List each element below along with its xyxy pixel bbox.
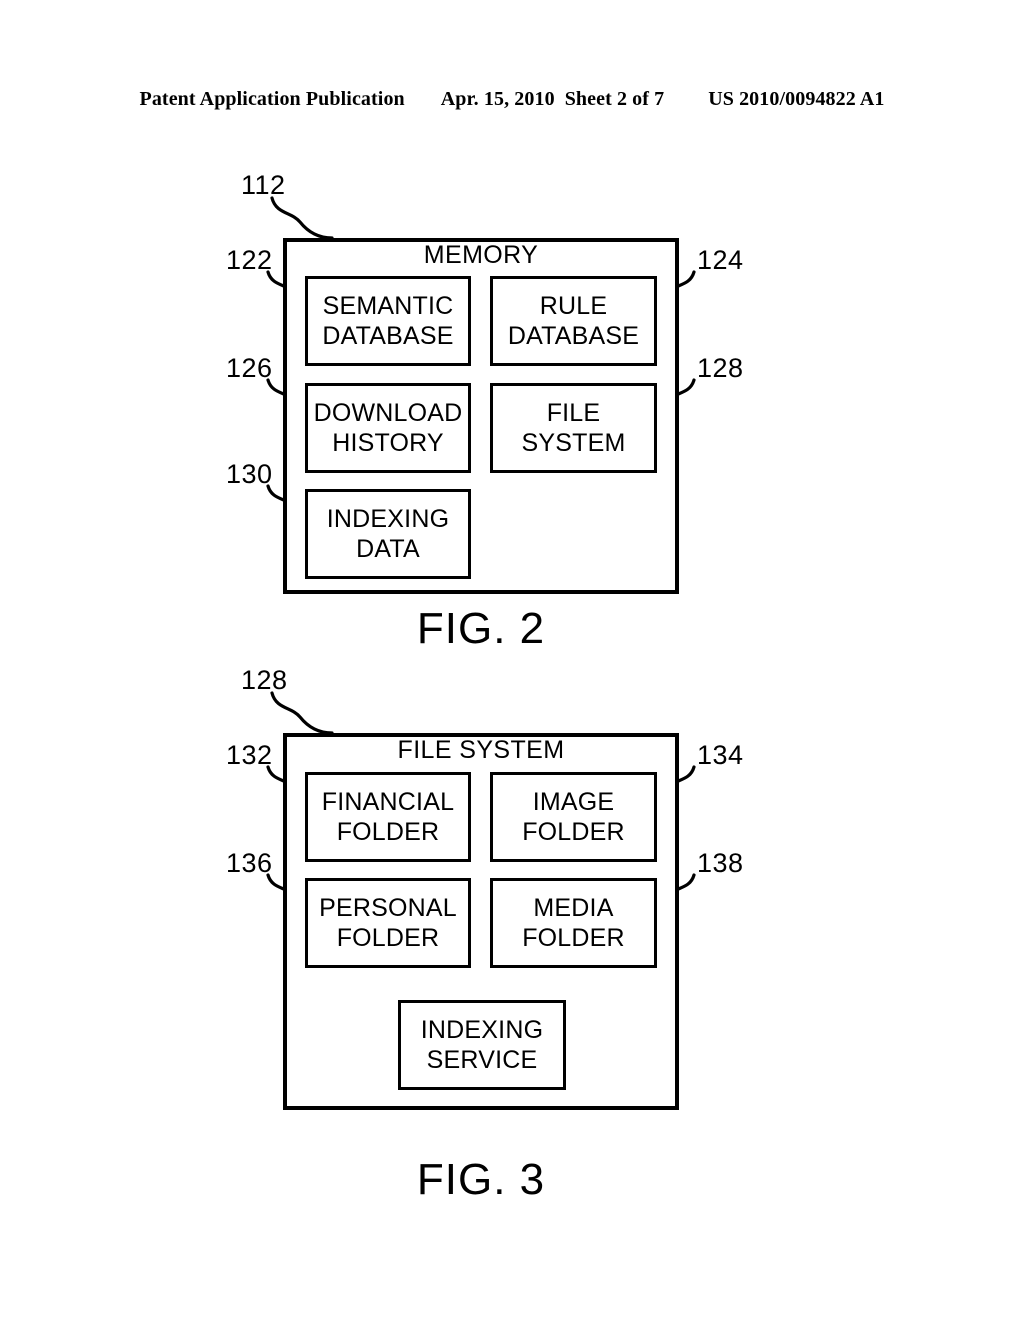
reference-numeral-124: 124 bbox=[697, 245, 744, 275]
personal-folder-box: PERSONAL FOLDER bbox=[305, 878, 471, 968]
reference-numeral-132: 132 bbox=[226, 740, 273, 770]
figure-3: 128 132 134 136 138 120 FILE SYSTEM FINA… bbox=[0, 660, 1024, 1220]
media-folder-box: MEDIA FOLDER bbox=[490, 878, 657, 968]
rule-database-box: RULE DATABASE bbox=[490, 276, 657, 366]
reference-numeral-128-fig3: 128 bbox=[241, 665, 288, 695]
indexing-data-label-line-1: INDEXING bbox=[326, 504, 450, 533]
download-history-box: DOWNLOAD HISTORY bbox=[305, 383, 471, 473]
financial-folder-label-line-1: FINANCIAL bbox=[321, 787, 455, 816]
semantic-database-label-line-2: DATABASE bbox=[322, 322, 454, 350]
personal-folder-label-line-1: PERSONAL bbox=[319, 893, 457, 922]
indexing-service-label-line-1: INDEXING bbox=[420, 1015, 544, 1044]
reference-numeral-134: 134 bbox=[697, 740, 744, 770]
semantic-database-label-line-1: SEMANTIC bbox=[322, 291, 454, 320]
indexing-service-label-line-2: SERVICE bbox=[426, 1046, 538, 1074]
leader-line-128-fig3 bbox=[270, 691, 334, 735]
reference-numeral-136: 136 bbox=[226, 848, 273, 878]
download-history-label-line-2: HISTORY bbox=[332, 429, 444, 457]
download-history-label-line-1: DOWNLOAD bbox=[313, 398, 463, 427]
file-system-label-line-1: FILE bbox=[546, 398, 601, 427]
reference-numeral-112: 112 bbox=[241, 170, 286, 200]
media-folder-label-line-1: MEDIA bbox=[533, 893, 614, 922]
reference-numeral-130: 130 bbox=[226, 459, 273, 489]
indexing-service-box: INDEXING SERVICE bbox=[398, 1000, 566, 1090]
image-folder-label-line-1: IMAGE bbox=[532, 787, 615, 816]
image-folder-label-line-2: FOLDER bbox=[522, 818, 625, 846]
rule-database-label-line-1: RULE bbox=[539, 291, 608, 320]
file-system-box: FILE SYSTEM bbox=[490, 383, 657, 473]
personal-folder-label-line-2: FOLDER bbox=[336, 924, 440, 952]
leader-line-112 bbox=[270, 196, 334, 240]
media-folder-label-line-2: FOLDER bbox=[522, 924, 625, 952]
file-system-label-line-2: SYSTEM bbox=[521, 429, 626, 457]
financial-folder-label-line-2: FOLDER bbox=[336, 818, 440, 846]
reference-numeral-122: 122 bbox=[226, 245, 273, 275]
rule-database-label-line-2: DATABASE bbox=[507, 322, 640, 350]
file-system-title: FILE SYSTEM bbox=[397, 736, 565, 764]
reference-numeral-138: 138 bbox=[697, 848, 744, 878]
reference-numeral-128: 128 bbox=[697, 353, 744, 383]
indexing-data-label-line-2: DATA bbox=[356, 535, 420, 563]
image-folder-box: IMAGE FOLDER bbox=[490, 772, 657, 862]
figure-2: 112 122 124 126 128 130 MEMORY SEMANTIC … bbox=[0, 0, 1024, 660]
semantic-database-box: SEMANTIC DATABASE bbox=[305, 276, 471, 366]
memory-title: MEMORY bbox=[423, 241, 539, 269]
figure-3-caption: FIG. 3 bbox=[416, 1155, 546, 1204]
indexing-data-box: INDEXING DATA bbox=[305, 489, 471, 579]
financial-folder-box: FINANCIAL FOLDER bbox=[305, 772, 471, 862]
figure-2-caption: FIG. 2 bbox=[416, 604, 546, 653]
reference-numeral-126: 126 bbox=[226, 353, 273, 383]
